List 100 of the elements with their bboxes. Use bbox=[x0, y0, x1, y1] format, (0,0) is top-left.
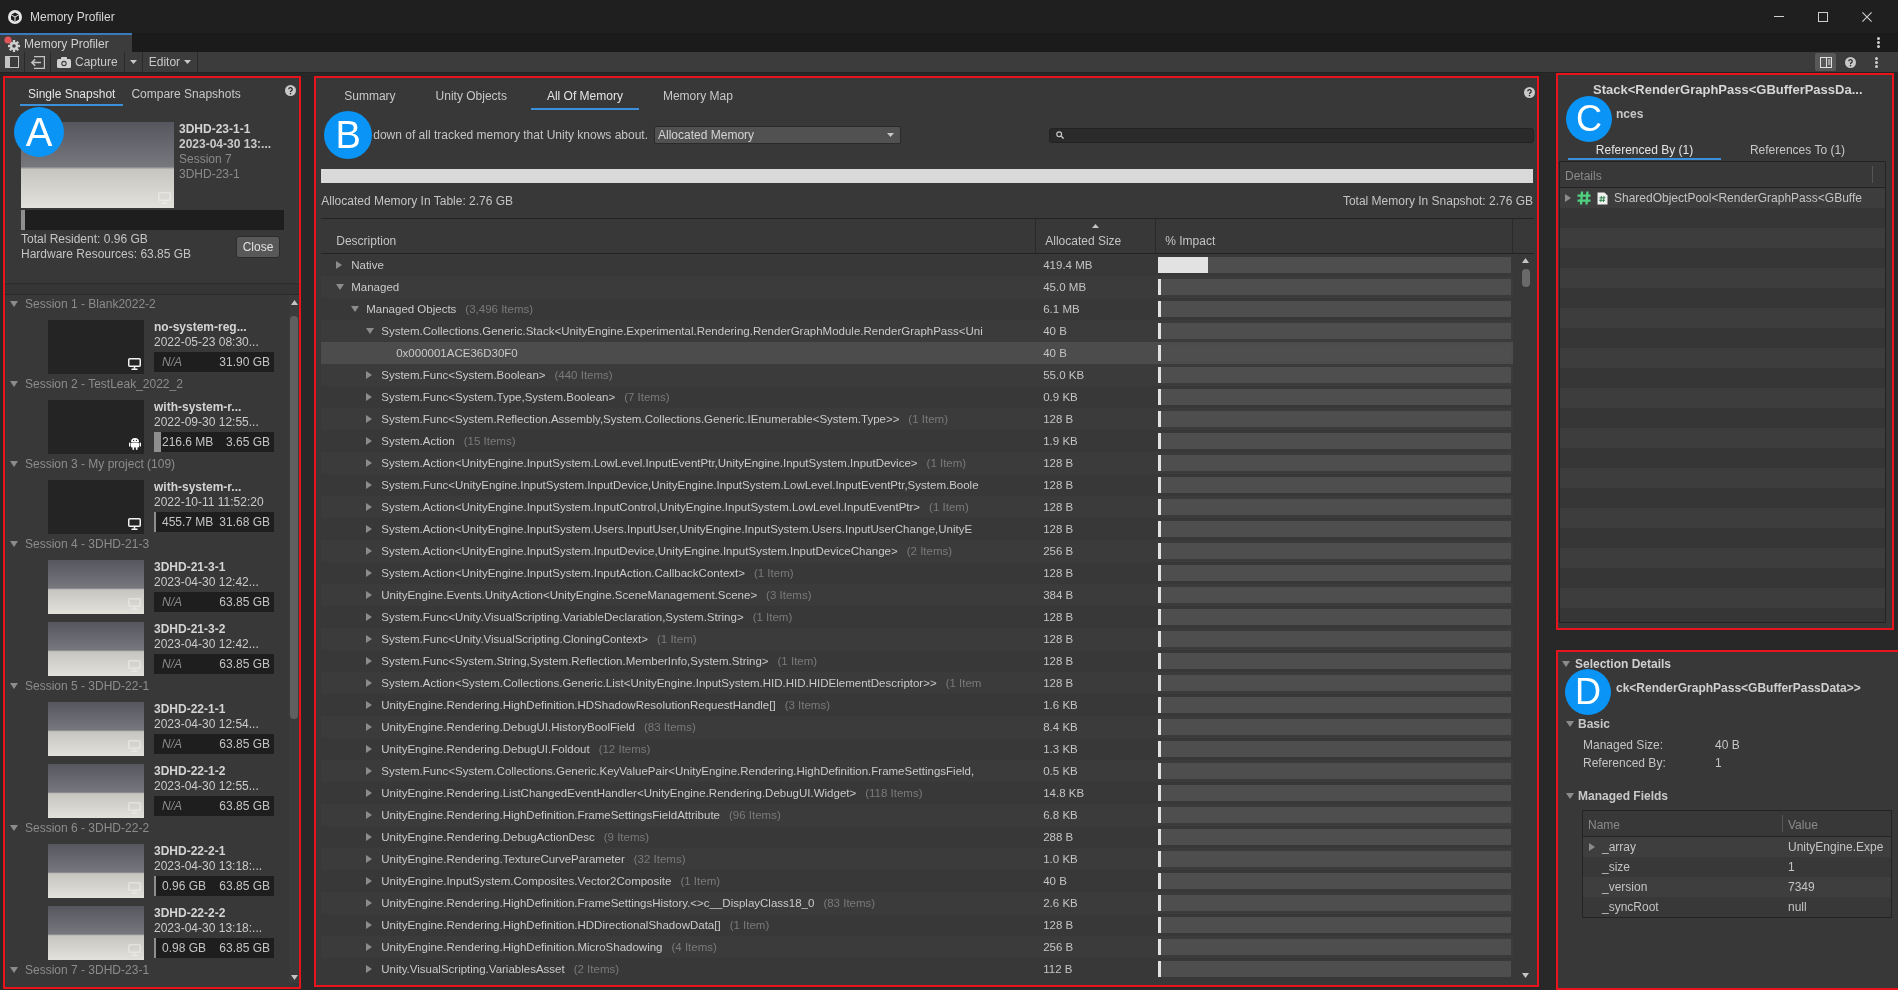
disclosure-triangle-icon[interactable] bbox=[366, 393, 373, 401]
disclosure-triangle-icon[interactable] bbox=[10, 967, 18, 973]
section-header[interactable]: Managed Fields bbox=[1578, 789, 1669, 803]
disclosure-triangle-icon[interactable] bbox=[366, 701, 373, 709]
scrollbar-thumb[interactable] bbox=[1521, 269, 1530, 287]
caret-icon[interactable] bbox=[129, 60, 137, 64]
table-row[interactable]: 0x000001ACE36D30F0 40 B bbox=[321, 342, 1514, 364]
close-icon[interactable] bbox=[1862, 11, 1872, 22]
snapshot-date: 2022-09-30 12:55... bbox=[154, 415, 260, 430]
snapshot-name[interactable]: 3DHD-22-2-1 bbox=[154, 844, 274, 859]
session-header[interactable]: Session 3 - My project (109) bbox=[25, 457, 176, 471]
reference-tab[interactable]: References To (1) bbox=[1721, 140, 1874, 160]
section-header[interactable]: Basic bbox=[1578, 717, 1611, 731]
help-icon[interactable] bbox=[285, 85, 297, 96]
disclosure-triangle-icon[interactable] bbox=[366, 877, 373, 885]
section-header[interactable]: nces bbox=[1616, 107, 1644, 121]
disclosure-triangle-icon[interactable] bbox=[366, 921, 373, 929]
snapshot-name[interactable]: 3DHD-22-1-2 bbox=[154, 764, 274, 779]
scroll-up-icon[interactable] bbox=[1522, 258, 1529, 263]
window-tab[interactable]: Memory Profiler bbox=[0, 33, 132, 52]
snapshot-name[interactable]: with-system-r... bbox=[154, 400, 274, 415]
disclosure-triangle-icon[interactable] bbox=[366, 855, 373, 863]
view-tab[interactable]: Unity Objects bbox=[419, 78, 523, 110]
scroll-down-icon[interactable] bbox=[1522, 973, 1529, 978]
session-header[interactable]: Session 1 - Blank2022-2 bbox=[25, 297, 156, 311]
snapshot-name[interactable]: 3DHD-21-3-1 bbox=[154, 560, 274, 575]
disclosure-triangle-icon[interactable] bbox=[1566, 793, 1574, 799]
disclosure-triangle-icon[interactable] bbox=[366, 371, 373, 379]
disclosure-triangle-icon[interactable] bbox=[366, 591, 373, 599]
panel-tab[interactable]: Single Snapshot bbox=[20, 78, 124, 106]
disclosure-triangle-icon[interactable] bbox=[366, 437, 373, 445]
disclosure-triangle-icon[interactable] bbox=[351, 306, 360, 312]
session-header[interactable]: Session 6 - 3DHD-22-2 bbox=[25, 821, 150, 835]
scroll-up-icon[interactable] bbox=[290, 300, 298, 305]
disclosure-triangle-icon[interactable] bbox=[366, 899, 373, 907]
disclosure-triangle-icon[interactable] bbox=[366, 525, 373, 533]
disclosure-triangle-icon[interactable] bbox=[1566, 721, 1574, 727]
reference-tab[interactable]: Referenced By (1) bbox=[1568, 140, 1721, 160]
help-icon[interactable] bbox=[1524, 87, 1535, 98]
disclosure-triangle-icon[interactable] bbox=[366, 833, 373, 841]
disclosure-triangle-icon[interactable] bbox=[10, 461, 18, 467]
section-header[interactable]: Selection Details bbox=[1575, 657, 1672, 671]
disclosure-triangle-icon[interactable] bbox=[366, 723, 373, 731]
arrow-in-box-icon[interactable] bbox=[30, 55, 45, 69]
disclosure-triangle-icon[interactable] bbox=[366, 657, 373, 665]
field-value: UnityEngine.Expe bbox=[1787, 840, 1884, 854]
layout-button[interactable] bbox=[1815, 53, 1836, 71]
disclosure-triangle-icon[interactable] bbox=[336, 261, 343, 269]
snapshot-name[interactable]: 3DHD-22-2-2 bbox=[154, 906, 274, 921]
disclosure-triangle-icon[interactable] bbox=[366, 789, 373, 797]
table-row[interactable]: _version 7349 bbox=[1583, 877, 1891, 897]
view-tab[interactable]: All Of Memory bbox=[530, 78, 639, 110]
disclosure-triangle-icon[interactable] bbox=[10, 301, 18, 307]
session-header[interactable]: Session 7 - 3DHD-23-1 bbox=[25, 963, 150, 977]
disclosure-triangle-icon[interactable] bbox=[1565, 194, 1571, 202]
view-tab[interactable]: Summary bbox=[328, 78, 412, 110]
search-field[interactable] bbox=[1049, 127, 1534, 143]
disclosure-triangle-icon[interactable] bbox=[366, 745, 373, 753]
disclosure-triangle-icon[interactable] bbox=[366, 415, 373, 423]
snapshot-name[interactable]: with-system-r... bbox=[154, 480, 274, 495]
disclosure-triangle-icon[interactable] bbox=[366, 613, 373, 621]
scrollbar-thumb[interactable] bbox=[290, 316, 299, 719]
close-button[interactable]: Close bbox=[236, 236, 280, 258]
disclosure-triangle-icon[interactable] bbox=[10, 825, 18, 831]
mode-dropdown[interactable]: Allocated Memory bbox=[654, 126, 901, 144]
disclosure-triangle-icon[interactable] bbox=[366, 569, 373, 577]
disclosure-triangle-icon[interactable] bbox=[366, 965, 373, 973]
session-header[interactable]: Session 5 - 3DHD-22-1 bbox=[25, 679, 150, 693]
disclosure-triangle-icon[interactable] bbox=[366, 481, 373, 489]
more-icon[interactable] bbox=[1875, 56, 1878, 68]
snapshot-name[interactable]: 3DHD-21-3-2 bbox=[154, 622, 274, 637]
disclosure-triangle-icon[interactable] bbox=[10, 381, 18, 387]
disclosure-triangle-icon[interactable] bbox=[336, 284, 345, 290]
disclosure-triangle-icon[interactable] bbox=[366, 943, 373, 951]
disclosure-triangle-icon[interactable] bbox=[366, 547, 373, 555]
disclosure-triangle-icon[interactable] bbox=[366, 328, 375, 334]
help-icon[interactable] bbox=[1845, 56, 1856, 68]
disclosure-triangle-icon[interactable] bbox=[366, 503, 373, 511]
disclosure-triangle-icon[interactable] bbox=[366, 635, 373, 643]
sidebar-icon[interactable] bbox=[5, 56, 19, 68]
session-header[interactable]: Session 4 - 3DHD-21-3 bbox=[25, 537, 150, 551]
maximize-icon[interactable] bbox=[1818, 11, 1828, 22]
snapshot-total: Total Memory In Snapshot: 2.76 GB bbox=[1342, 194, 1533, 208]
disclosure-triangle-icon[interactable] bbox=[366, 811, 373, 819]
disclosure-triangle-icon[interactable] bbox=[366, 459, 373, 467]
disclosure-triangle-icon[interactable] bbox=[1589, 843, 1595, 851]
disclosure-triangle-icon[interactable] bbox=[10, 683, 18, 689]
disclosure-triangle-icon[interactable] bbox=[366, 767, 373, 775]
disclosure-triangle-icon[interactable] bbox=[10, 541, 18, 547]
session-header[interactable]: Session 2 - TestLeak_2022_2 bbox=[25, 377, 183, 391]
snapshot-name[interactable]: no-system-reg... bbox=[154, 320, 274, 335]
view-tab[interactable]: Memory Map bbox=[646, 78, 749, 110]
table-row[interactable]: _array UnityEngine.Expe bbox=[1583, 837, 1891, 857]
disclosure-triangle-icon[interactable] bbox=[1562, 661, 1570, 667]
panel-tab[interactable]: Compare Snapshots bbox=[123, 78, 249, 106]
snapshot-name[interactable]: 3DHD-22-1-1 bbox=[154, 702, 274, 717]
more-icon[interactable] bbox=[1877, 37, 1880, 48]
item-count: (1 Item bbox=[945, 677, 982, 689]
disclosure-triangle-icon[interactable] bbox=[366, 679, 373, 687]
scroll-down-icon[interactable] bbox=[290, 975, 298, 980]
